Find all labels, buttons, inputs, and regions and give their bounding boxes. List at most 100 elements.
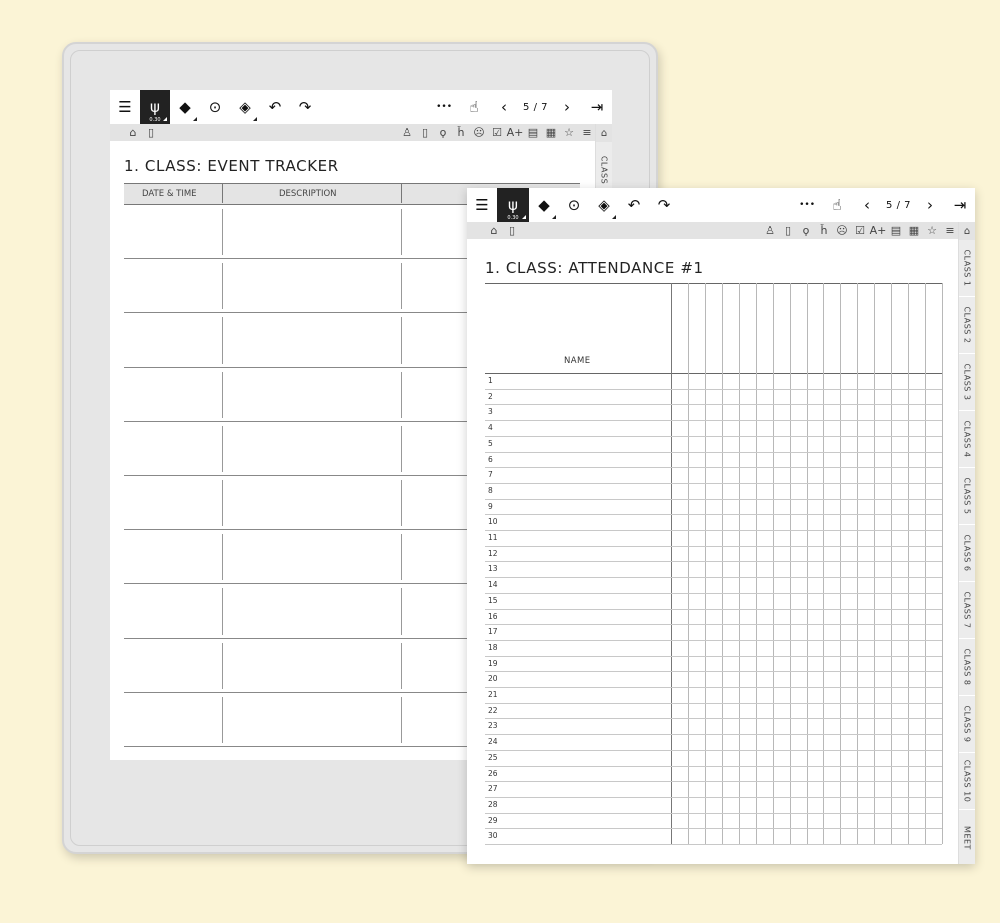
table-row[interactable]: [485, 530, 942, 546]
side-tab-class-2[interactable]: CLASS 2: [959, 297, 975, 354]
next-page-icon[interactable]: ›: [552, 90, 582, 124]
checkbox-icon[interactable]: ☑: [851, 222, 869, 239]
side-tab-label: CLASS 5: [962, 477, 972, 515]
table-row[interactable]: [485, 546, 942, 562]
list-icon[interactable]: ≡: [941, 222, 959, 239]
smiley-icon[interactable]: ☹: [833, 222, 851, 239]
column-divider: [222, 696, 223, 743]
table-row[interactable]: [485, 718, 942, 734]
book-icon[interactable]: ▤: [524, 124, 542, 141]
grade-icon[interactable]: A+: [506, 124, 524, 141]
more-menu-button[interactable]: •••: [792, 188, 822, 222]
redo-icon[interactable]: ↷: [649, 188, 679, 222]
table-row[interactable]: [485, 389, 942, 405]
smiley-icon[interactable]: ☹: [470, 124, 488, 141]
exit-icon[interactable]: ⇥: [945, 188, 975, 222]
side-tab-class-10[interactable]: CLASS 10: [959, 753, 975, 810]
user-icon[interactable]: ♙: [761, 222, 779, 239]
table-row[interactable]: [485, 640, 942, 656]
table-row[interactable]: [485, 703, 942, 719]
table-row[interactable]: [485, 624, 942, 640]
side-tab-class-7[interactable]: CLASS 7: [959, 582, 975, 639]
layers-icon[interactable]: ◈: [589, 188, 619, 222]
table-row[interactable]: [485, 687, 942, 703]
table-row[interactable]: [485, 420, 942, 436]
table-row[interactable]: [485, 593, 942, 609]
table-row[interactable]: [485, 656, 942, 672]
list-icon[interactable]: ≡: [578, 124, 596, 141]
bulb-icon[interactable]: ϙ: [434, 124, 452, 141]
side-tab-class-5[interactable]: CLASS 5: [959, 468, 975, 525]
page-icon[interactable]: ▯: [503, 222, 521, 239]
star-icon[interactable]: ☆: [560, 124, 578, 141]
dropdown-triangle-icon: [253, 117, 257, 121]
home-icon[interactable]: ⌂: [124, 124, 142, 141]
eraser-icon[interactable]: ◆: [170, 90, 200, 124]
tab-home-icon[interactable]: ⌂: [959, 222, 975, 240]
table-row[interactable]: [485, 452, 942, 468]
side-tab-label: MEET: [962, 826, 972, 850]
page-icon[interactable]: ▯: [779, 222, 797, 239]
prev-page-icon[interactable]: ‹: [489, 90, 519, 124]
eraser-icon[interactable]: ◆: [529, 188, 559, 222]
chair-icon[interactable]: ȟ: [452, 124, 470, 141]
page-icon[interactable]: ▯: [142, 124, 160, 141]
side-tab-class-4[interactable]: CLASS 4: [959, 411, 975, 468]
side-tab-class-8[interactable]: CLASS 8: [959, 639, 975, 696]
page-icon[interactable]: ▯: [416, 124, 434, 141]
redo-icon[interactable]: ↷: [290, 90, 320, 124]
side-tab-class-3[interactable]: CLASS 3: [959, 354, 975, 411]
lasso-icon[interactable]: ⊙: [559, 188, 589, 222]
calendar-icon[interactable]: ▦: [542, 124, 560, 141]
table-row[interactable]: [485, 499, 942, 515]
checkbox-icon[interactable]: ☑: [488, 124, 506, 141]
prev-page-icon[interactable]: ‹: [852, 188, 882, 222]
next-page-icon[interactable]: ›: [915, 188, 945, 222]
grade-icon[interactable]: A+: [869, 222, 887, 239]
table-row[interactable]: [485, 404, 942, 420]
book-icon[interactable]: ▤: [887, 222, 905, 239]
table-row[interactable]: [485, 577, 942, 593]
side-tab-class-6[interactable]: CLASS 6: [959, 525, 975, 582]
table-row[interactable]: [485, 373, 942, 389]
table-row[interactable]: [485, 561, 942, 577]
column-divider: [401, 642, 402, 689]
chair-icon[interactable]: ȟ: [815, 222, 833, 239]
user-icon[interactable]: ♙: [398, 124, 416, 141]
table-row[interactable]: [485, 467, 942, 483]
star-icon[interactable]: ☆: [923, 222, 941, 239]
layers-icon[interactable]: ◈: [230, 90, 260, 124]
table-row[interactable]: [485, 609, 942, 625]
side-tab-label: CLASS 1: [962, 249, 972, 287]
table-row[interactable]: [485, 828, 942, 844]
exit-icon[interactable]: ⇥: [582, 90, 612, 124]
row-number: 10: [488, 517, 498, 527]
table-row[interactable]: [485, 671, 942, 687]
lasso-icon[interactable]: ⊙: [200, 90, 230, 124]
bulb-icon[interactable]: ϙ: [797, 222, 815, 239]
more-menu-button[interactable]: •••: [429, 90, 459, 124]
table-row[interactable]: [485, 797, 942, 813]
pen-button[interactable]: ψ 0.30: [497, 188, 529, 222]
table-row[interactable]: [485, 436, 942, 452]
tab-home-icon[interactable]: ⌂: [596, 124, 612, 142]
side-tab-class-1[interactable]: CLASS 1: [959, 240, 975, 297]
pen-button[interactable]: ψ 0.30: [140, 90, 170, 124]
side-tab-meet[interactable]: MEET: [959, 810, 975, 864]
table-row[interactable]: [485, 750, 942, 766]
table-row[interactable]: [485, 514, 942, 530]
touch-icon[interactable]: ☝: [822, 188, 852, 222]
undo-icon[interactable]: ↶: [619, 188, 649, 222]
table-row[interactable]: [485, 781, 942, 797]
home-icon[interactable]: ⌂: [485, 222, 503, 239]
undo-icon[interactable]: ↶: [260, 90, 290, 124]
table-row[interactable]: [485, 483, 942, 499]
table-row[interactable]: [485, 766, 942, 782]
toc-icon[interactable]: ☰: [467, 188, 497, 222]
side-tab-class-9[interactable]: CLASS 9: [959, 696, 975, 753]
table-row[interactable]: [485, 734, 942, 750]
table-row[interactable]: [485, 813, 942, 829]
toc-icon[interactable]: ☰: [110, 90, 140, 124]
calendar-icon[interactable]: ▦: [905, 222, 923, 239]
touch-icon[interactable]: ☝: [459, 90, 489, 124]
